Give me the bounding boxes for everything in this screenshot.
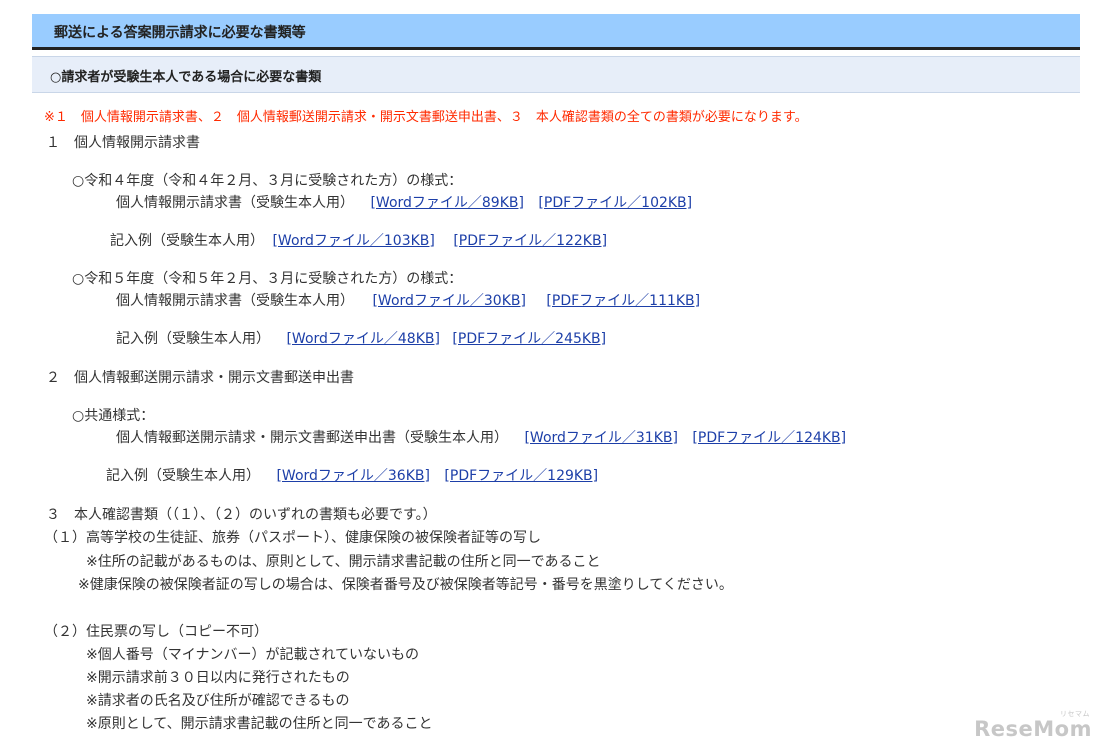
- section1-title: １ 個人情報開示請求書: [46, 135, 200, 151]
- subsection-header-title: ○請求者が受験生本人である場合に必要な書類: [50, 70, 322, 85]
- id-doc-item1: （１）高等学校の生徒証、旅券（パスポート）、健康保険の被保険者証等の写し: [44, 530, 541, 546]
- section-header-title: 郵送による答案開示請求に必要な書類等: [54, 25, 306, 41]
- section2-title: ２ 個人情報郵送開示請求・開示文書郵送申出書: [46, 370, 354, 386]
- mail-form-label: 個人情報郵送開示請求・開示文書郵送申出書（受験生本人用）: [116, 430, 508, 446]
- id-doc-item1-note2: ※健康保険の被保険者証の写しの場合は、保険者番号及び被保険者等記号・番号を黒塗り…: [78, 577, 733, 593]
- mail-example-row: 記入例（受験生本人用） [Wordファイル／36KB] [PDFファイル／129…: [106, 467, 598, 485]
- mail-form-row: 個人情報郵送開示請求・開示文書郵送申出書（受験生本人用） [Wordファイル／3…: [116, 429, 846, 447]
- mail-example-word-link[interactable]: [Wordファイル／36KB]: [276, 468, 430, 484]
- resemom-watermark-logo: ReseMom リセマム: [974, 710, 1092, 741]
- section-header: 郵送による答案開示請求に必要な書類等: [32, 14, 1080, 50]
- r4-form-row: 個人情報開示請求書（受験生本人用） [Wordファイル／89KB] [PDFファ…: [116, 194, 692, 212]
- r5-form-label: 個人情報開示請求書（受験生本人用）: [116, 293, 354, 309]
- r5-example-label: 記入例（受験生本人用）: [116, 331, 270, 347]
- id-doc-item2-note3: ※請求者の氏名及び住所が確認できるもの: [86, 693, 350, 709]
- id-doc-item2-note1: ※個人番号（マイナンバー）が記載されていないもの: [86, 647, 420, 663]
- r5-example-row: 記入例（受験生本人用） [Wordファイル／48KB] [PDFファイル／245…: [116, 330, 606, 348]
- id-doc-item2-note4: ※原則として、開示請求書記載の住所と同一であること: [86, 716, 433, 732]
- common-form-heading: ○共通様式：: [72, 408, 155, 424]
- r4-example-word-link[interactable]: [Wordファイル／103KB]: [272, 233, 434, 249]
- r4-heading: ○令和４年度（令和４年２月、３月に受験された方）の様式：: [72, 173, 463, 189]
- mail-example-label: 記入例（受験生本人用）: [106, 468, 260, 484]
- r5-example-word-link[interactable]: [Wordファイル／48KB]: [286, 331, 440, 347]
- required-documents-note: ※１ 個人情報開示請求書、２ 個人情報郵送開示請求・開示文書郵送申出書、３ 本人…: [44, 110, 808, 125]
- subsection-header: ○請求者が受験生本人である場合に必要な書類: [32, 56, 1080, 93]
- r4-example-pdf-link[interactable]: [PDFファイル／122KB]: [453, 233, 607, 249]
- r5-example-pdf-link[interactable]: [PDFファイル／245KB]: [452, 331, 606, 347]
- r5-form-pdf-link[interactable]: [PDFファイル／111KB]: [546, 293, 700, 309]
- mail-form-word-link[interactable]: [Wordファイル／31KB]: [524, 430, 678, 446]
- r4-form-pdf-link[interactable]: [PDFファイル／102KB]: [538, 195, 692, 211]
- r4-example-label: 記入例（受験生本人用）: [110, 233, 264, 249]
- id-doc-item2-note2: ※開示請求前３０日以内に発行されたもの: [86, 670, 350, 686]
- r4-form-word-link[interactable]: [Wordファイル／89KB]: [370, 195, 524, 211]
- mail-example-pdf-link[interactable]: [PDFファイル／129KB]: [444, 468, 598, 484]
- r5-form-row: 個人情報開示請求書（受験生本人用） [Wordファイル／30KB] [PDFファ…: [116, 292, 700, 310]
- watermark-small-text: リセマム: [1060, 710, 1090, 718]
- r4-form-label: 個人情報開示請求書（受験生本人用）: [116, 195, 354, 211]
- section3-title: ３ 本人確認書類（（１）、（２）のいずれの書類も必要です。）: [46, 507, 437, 523]
- watermark-text: ReseMom: [974, 717, 1092, 741]
- id-doc-item1-note1: ※住所の記載があるものは、原則として、開示請求書記載の住所と同一であること: [86, 554, 601, 570]
- r5-heading: ○令和５年度（令和５年２月、３月に受験された方）の様式：: [72, 271, 463, 287]
- r5-form-word-link[interactable]: [Wordファイル／30KB]: [372, 293, 526, 309]
- r4-example-row: 記入例（受験生本人用） [Wordファイル／103KB] [PDFファイル／12…: [110, 232, 607, 250]
- mail-form-pdf-link[interactable]: [PDFファイル／124KB]: [692, 430, 846, 446]
- id-doc-item2: （２）住民票の写し（コピー不可）: [44, 624, 268, 640]
